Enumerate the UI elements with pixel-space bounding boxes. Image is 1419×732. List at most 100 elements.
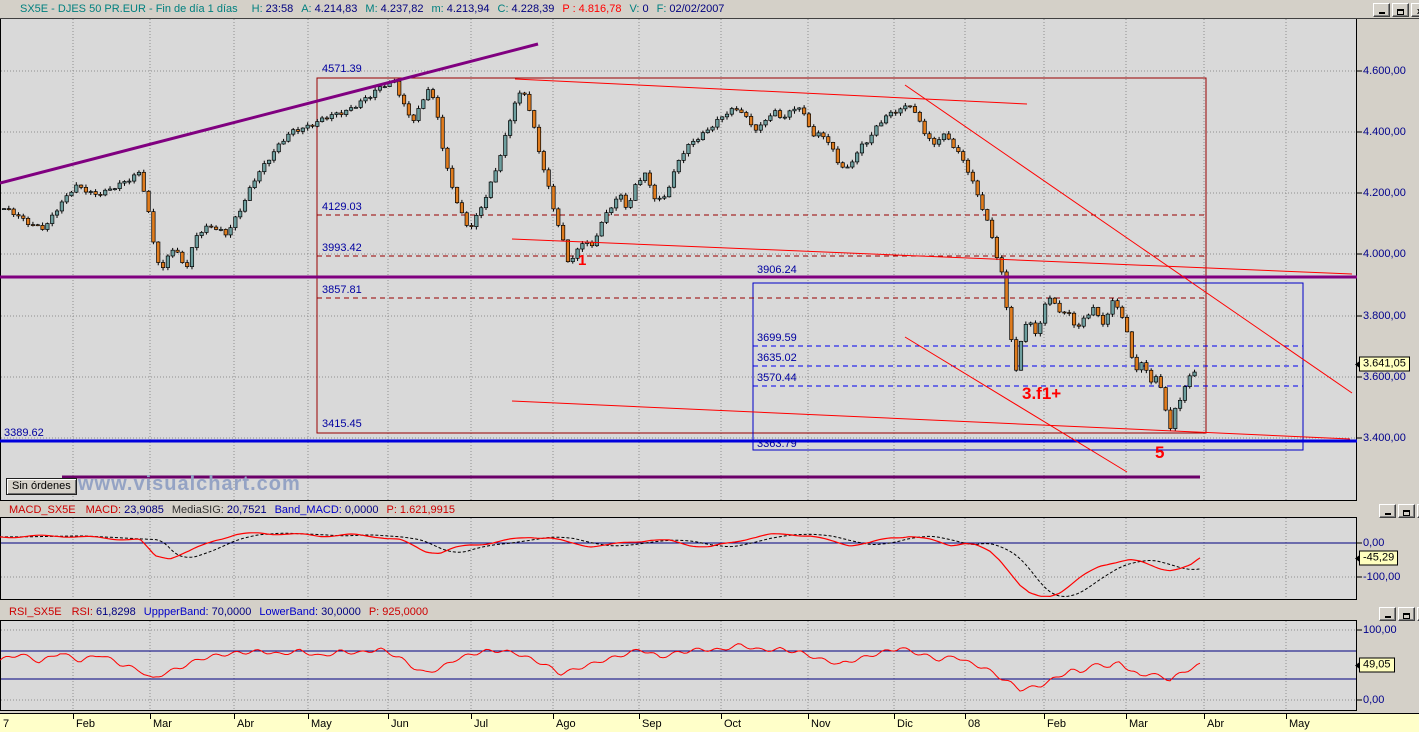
time-axis-tick xyxy=(639,714,640,719)
last-price-box: 3.641,05 xyxy=(1355,356,1410,372)
title-stat: 4.214,83 xyxy=(314,3,358,15)
time-axis-tick xyxy=(1044,714,1045,719)
time-axis-month-label: Ago xyxy=(556,718,576,730)
price-level-label: 4129.03 xyxy=(322,201,362,213)
title-stat: 23:58 xyxy=(265,3,294,15)
rsi-stat: 70,0000 xyxy=(211,606,252,618)
rsi-axis-label: 100,00 xyxy=(1363,624,1397,636)
elliott-wave-label: 3.f1+ xyxy=(1022,384,1062,403)
maximize-button[interactable] xyxy=(1398,607,1415,621)
price-level-label: 3389.62 xyxy=(4,427,44,439)
rsi-stat: UppperBand: xyxy=(143,606,209,618)
macd-header: MACD_SX5E MACD: 23,9085 MediaSIG: 20,7521 Ban… xyxy=(0,503,463,517)
rsi-stat: LowerBand: xyxy=(259,606,319,618)
time-axis-month-label: Sep xyxy=(642,718,662,730)
time-axis-month-label: Abr xyxy=(237,718,255,730)
chart-canvas[interactable] xyxy=(0,0,1419,732)
time-axis-tick xyxy=(808,714,809,719)
macd-stat: MACD_SX5E xyxy=(9,504,76,516)
price-level-label: 3635.02 xyxy=(757,352,797,364)
time-axis-tick xyxy=(308,714,309,719)
macd-stat: 23,9085 xyxy=(124,504,164,516)
window-controls: x xyxy=(1373,3,1419,17)
maximize-icon xyxy=(1403,613,1410,619)
price-level-label: 3570.44 xyxy=(757,372,797,384)
price-level-label: 3993.42 xyxy=(322,242,362,254)
minimize-icon xyxy=(1384,616,1391,618)
macd-stat: Band_MACD: xyxy=(274,504,342,516)
price-level-label: 3415.45 xyxy=(322,418,362,430)
rsi-window-controls: x xyxy=(1379,607,1419,621)
time-axis-tick xyxy=(388,714,389,719)
maximize-icon xyxy=(1403,510,1410,516)
minimize-button[interactable] xyxy=(1379,504,1396,518)
rsi-header: RSI_SX5E RSI: 61,8298 UppperBand: 70,0000 Low… xyxy=(0,605,436,619)
time-axis-month-label: May xyxy=(311,718,332,730)
restore-button[interactable] xyxy=(1392,3,1409,17)
visualchart-window: SX5E - DJES 50 PR.EUR - Fin de día 1 día… xyxy=(0,0,1419,732)
price-level-label: 3906.24 xyxy=(757,264,797,276)
rsi-stat: RSI_SX5E xyxy=(9,606,62,618)
time-axis-tick xyxy=(234,714,235,719)
macd-stat: 0,0000 xyxy=(344,504,379,516)
title-stat: P : xyxy=(562,3,576,15)
time-axis-month-label: Jun xyxy=(391,718,409,730)
price-axis-label: 4.200,00 xyxy=(1363,187,1406,199)
price-level-label: 4571.39 xyxy=(322,63,362,75)
title-stat: 4.816,78 xyxy=(578,3,622,15)
elliott-wave-label: 1 xyxy=(578,252,587,269)
window-title: SX5E - DJES 50 PR.EUR - Fin de día 1 día… xyxy=(20,3,732,15)
time-axis-tick xyxy=(721,714,722,719)
time-axis-month-label: Oct xyxy=(724,718,742,730)
time-axis: 7 Feb Mar Abr May Jun Jul Ago Sep Oct Nov Dic 08 Feb M… xyxy=(0,713,1419,732)
time-axis-tick xyxy=(1286,714,1287,719)
rsi-stat: 61,8298 xyxy=(96,606,136,618)
macd-value-box: -45,29 xyxy=(1354,550,1399,566)
minimize-icon xyxy=(1378,12,1385,14)
title-stat: F: xyxy=(656,3,667,15)
price-axis-label: 3.400,00 xyxy=(1363,432,1406,444)
rsi-stat: 30,0000 xyxy=(321,606,361,618)
macd-stat: MediaSIG: xyxy=(171,504,224,516)
title-stat: M: xyxy=(365,3,378,15)
title-stat: C: xyxy=(497,3,509,15)
macd-axis-label: -100,00 xyxy=(1363,571,1401,583)
time-axis-month-label: Abr xyxy=(1207,718,1225,730)
time-axis-tick xyxy=(553,714,554,719)
minimize-icon xyxy=(1384,513,1391,515)
price-axis-label: 3.600,00 xyxy=(1363,371,1406,383)
price-level-label: 3699.59 xyxy=(757,332,797,344)
minimize-button[interactable] xyxy=(1379,607,1396,621)
price-level-label: 3363.79 xyxy=(757,438,797,450)
minimize-button[interactable] xyxy=(1373,3,1390,17)
price-axis-label: 3.800,00 xyxy=(1363,310,1406,322)
title-stat: H: xyxy=(251,3,263,15)
price-axis-label: 4.000,00 xyxy=(1363,248,1406,260)
time-axis-month-label: Jul xyxy=(474,718,489,730)
title-stat: m: xyxy=(431,3,444,15)
restore-icon xyxy=(1397,9,1404,15)
close-button[interactable]: x xyxy=(1411,3,1419,17)
no-orders-button[interactable]: Sin órdenes xyxy=(6,478,77,495)
maximize-button[interactable] xyxy=(1398,504,1415,518)
time-axis-tick xyxy=(471,714,472,719)
time-axis-month-label: Feb xyxy=(1047,718,1066,730)
title-bar: SX5E - DJES 50 PR.EUR - Fin de día 1 día… xyxy=(0,0,1419,19)
title-stat: V: xyxy=(629,3,640,15)
title-stat: A: xyxy=(301,3,312,15)
time-axis-tick xyxy=(1126,714,1127,719)
rsi-value-box: 49,05 xyxy=(1355,657,1395,673)
macd-stat: P: xyxy=(386,504,397,516)
time-axis-tick xyxy=(150,714,151,719)
macd-window-controls: x xyxy=(1379,504,1419,518)
time-axis-month-label: Feb xyxy=(76,718,95,730)
rsi-stat: RSI: xyxy=(71,606,93,618)
rsi-stat: 925,0000 xyxy=(382,606,429,618)
price-axis-label: 4.400,00 xyxy=(1363,126,1406,138)
time-axis-month-label: Mar xyxy=(153,718,172,730)
visualchart-watermark: www.visualchart.com xyxy=(78,473,301,495)
time-axis-month-label: Nov xyxy=(811,718,831,730)
rsi-stat: P: xyxy=(368,606,380,618)
time-axis-month-label: 08 xyxy=(968,718,981,730)
time-axis-month-label: Mar xyxy=(1129,718,1148,730)
